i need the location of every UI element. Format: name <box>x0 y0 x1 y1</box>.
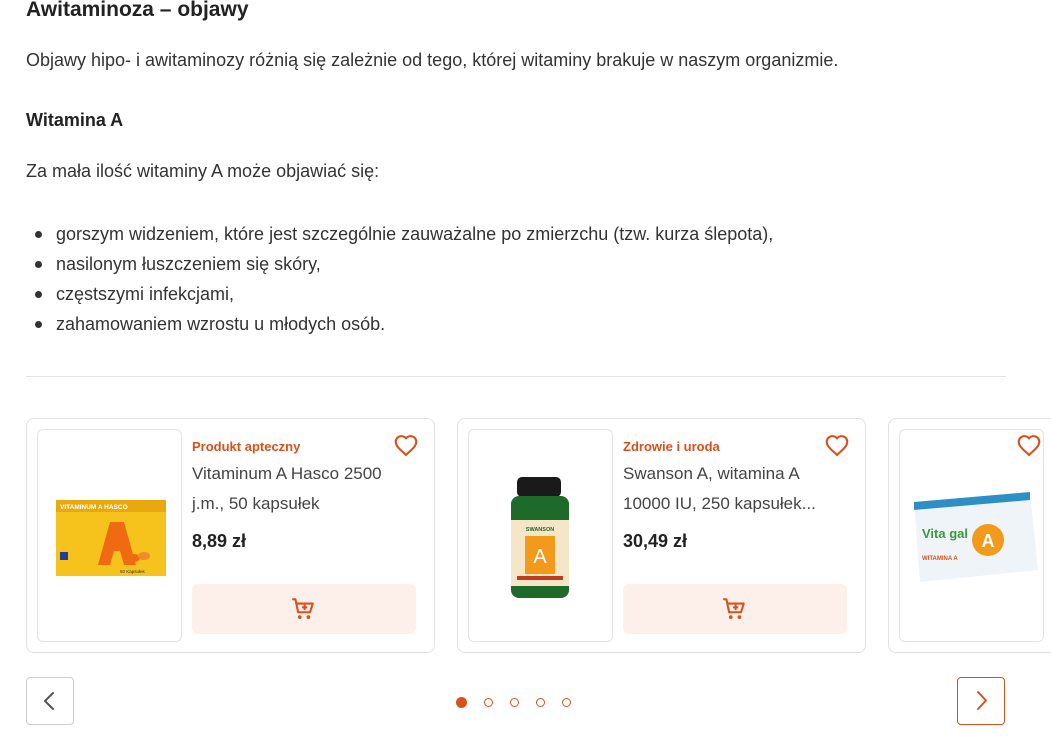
product-name[interactable]: Swanson A, witamina A 10000 IU, 250 kaps… <box>623 459 838 519</box>
chevron-left-icon <box>44 692 54 710</box>
packaging-label: VITAMINUM A HASCO <box>60 504 128 511</box>
carousel-dot[interactable] <box>456 697 467 708</box>
carousel-dot[interactable] <box>562 698 571 707</box>
product-price: 8,89 zł <box>192 531 247 551</box>
heart-icon[interactable] <box>392 431 420 459</box>
carousel-next-button[interactable] <box>957 677 1005 725</box>
heart-icon[interactable] <box>823 431 851 459</box>
product-category: Zdrowie i uroda <box>623 439 720 454</box>
product-name-line: 10000 IU, 250 kapsułek... <box>623 494 816 513</box>
product-image[interactable]: Vita gal A WITAMINA A <box>899 429 1044 642</box>
product-image[interactable]: VITAMINUM A HASCO 50 Kapsułek <box>37 429 182 642</box>
packaging-count: 50 Kapsułek <box>120 569 146 574</box>
symptom-item: zahamowaniem wzrostu u młodych osób. <box>26 309 773 339</box>
heart-icon[interactable] <box>1015 431 1043 459</box>
article-intro: Objawy hipo- i awitaminozy różnią się za… <box>26 50 839 70</box>
section-divider <box>26 376 1006 377</box>
symptom-item: częstszymi infekcjami, <box>26 279 773 309</box>
carousel-dot[interactable] <box>510 698 519 707</box>
add-to-cart-button[interactable] <box>623 584 847 634</box>
packaging-brand: SWANSON <box>526 527 554 533</box>
section-heading-vitamin-a: Witamina A <box>26 110 124 130</box>
product-card[interactable]: VITAMINUM A HASCO 50 Kapsułek Produkt ap… <box>26 418 435 653</box>
product-name-line: j.m., 50 kapsułek <box>192 494 320 513</box>
product-category: Produkt apteczny <box>192 439 301 454</box>
symptom-item: gorszym widzeniem, które jest szczególni… <box>26 219 773 249</box>
product-card[interactable]: Vita gal A WITAMINA A <box>888 418 1051 653</box>
product-name-line: Vitaminum A Hasco 2500 <box>192 464 382 483</box>
add-to-cart-button[interactable] <box>192 584 416 634</box>
product-price: 30,49 zł <box>623 531 688 551</box>
product-card[interactable]: SWANSON A Zdrowie i uroda Swanson A, wit… <box>457 418 866 653</box>
cart-icon <box>292 598 314 619</box>
chevron-right-icon <box>976 691 987 710</box>
symptoms-list: gorszym widzeniem, które jest szczególni… <box>26 219 773 339</box>
carousel-pagination <box>456 697 571 708</box>
carousel-dot[interactable] <box>484 698 493 707</box>
carousel-prev-button[interactable] <box>26 677 74 725</box>
product-name[interactable]: Vitaminum A Hasco 2500 j.m., 50 kapsułek <box>192 459 407 519</box>
symptom-item: nasilonym łuszczeniem się skóry, <box>26 249 773 279</box>
cart-icon <box>723 598 745 619</box>
carousel-dot[interactable] <box>536 698 545 707</box>
product-name-line: Swanson A, witamina A <box>623 464 800 483</box>
packaging-sub: WITAMINA A <box>922 556 958 562</box>
section-lead: Za mała ilość witaminy A może objawiać s… <box>26 161 380 181</box>
product-image[interactable]: SWANSON A <box>468 429 613 642</box>
packaging-letter: A <box>982 531 995 551</box>
packaging-label: Vita gal <box>922 526 968 541</box>
article-heading: Awitaminoza – objawy <box>26 0 249 21</box>
packaging-letter: A <box>533 546 547 568</box>
